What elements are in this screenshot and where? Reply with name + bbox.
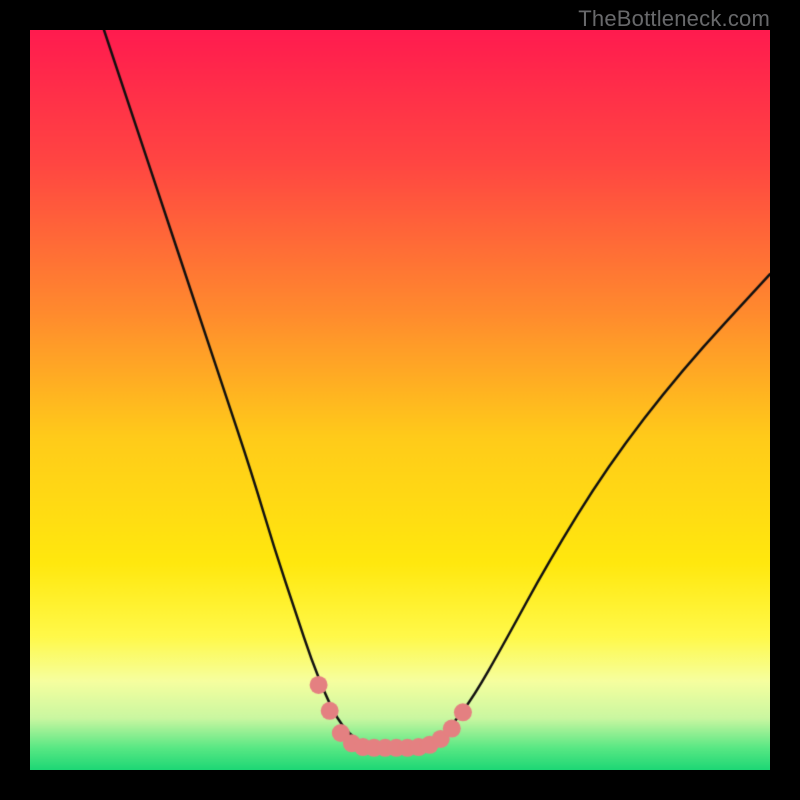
chart-frame: TheBottleneck.com [0, 0, 800, 800]
plot-area [30, 30, 770, 770]
curve-layer [30, 30, 770, 770]
watermark-text: TheBottleneck.com [578, 6, 770, 32]
